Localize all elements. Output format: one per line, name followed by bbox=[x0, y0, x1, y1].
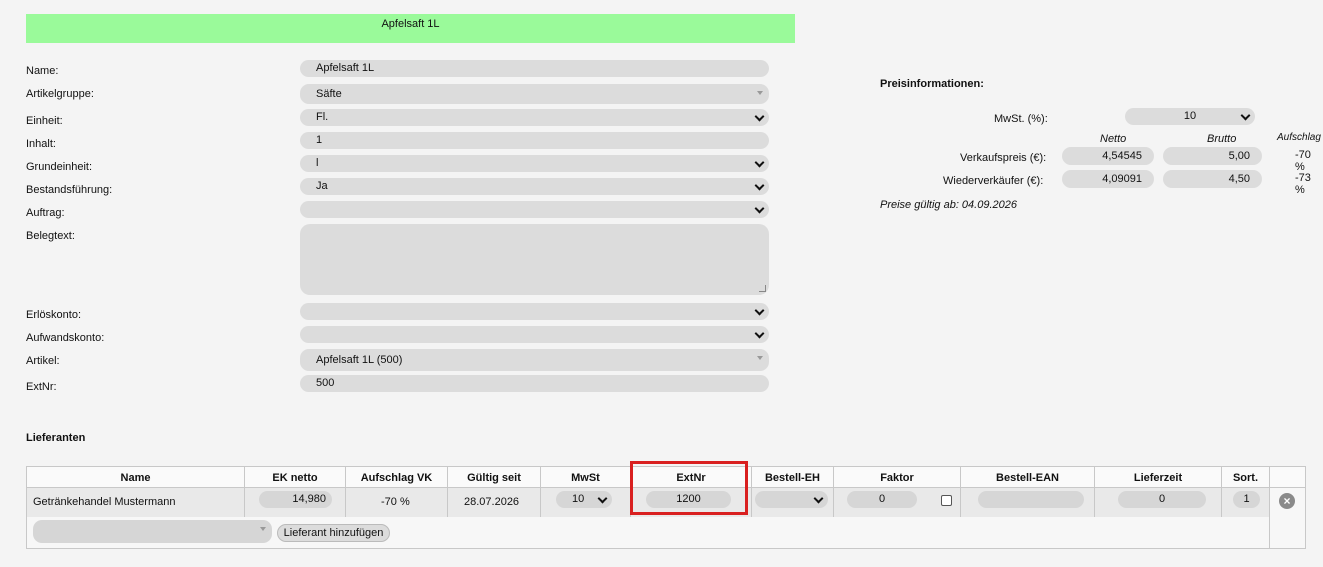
th-aufschlag-vk: Aufschlag VK bbox=[346, 467, 448, 488]
supplier-select[interactable] bbox=[33, 520, 272, 543]
price-info-heading: Preisinformationen: bbox=[880, 78, 984, 90]
wiederverkaeufer-aufschlag: -73 % bbox=[1295, 172, 1311, 196]
th-sort: Sort. bbox=[1222, 467, 1270, 488]
label-belegtext: Belegtext: bbox=[26, 230, 75, 242]
verkaufspreis-aufschlag: -70 % bbox=[1295, 149, 1311, 173]
mwst-label: MwSt. (%): bbox=[994, 113, 1048, 125]
bestell-eh-select[interactable] bbox=[755, 491, 828, 508]
label-einheit: Einheit: bbox=[26, 115, 63, 127]
th-faktor: Faktor bbox=[834, 467, 961, 488]
article-title-banner: Apfelsaft 1L bbox=[26, 14, 795, 43]
erloeskonto-select[interactable] bbox=[300, 303, 769, 320]
label-inhalt: Inhalt: bbox=[26, 138, 56, 150]
verkaufspreis-label: Verkaufspreis (€): bbox=[960, 152, 1047, 164]
einheit-select[interactable]: Fl. bbox=[300, 109, 769, 126]
label-grundeinheit: Grundeinheit: bbox=[26, 161, 93, 173]
wiederverkaeufer-netto-input[interactable]: 4,09091 bbox=[1062, 170, 1154, 188]
label-extnr: ExtNr: bbox=[26, 381, 57, 393]
verkaufspreis-netto-input[interactable]: 4,54545 bbox=[1062, 147, 1154, 165]
th-mwst: MwSt bbox=[541, 467, 631, 488]
th-lieferzeit: Lieferzeit bbox=[1095, 467, 1222, 488]
th-gueltig-seit: Gültig seit bbox=[448, 467, 541, 488]
label-erloeskonto: Erlöskonto: bbox=[26, 309, 82, 321]
label-name: Name: bbox=[26, 65, 59, 77]
grundeinheit-select[interactable]: l bbox=[300, 155, 769, 172]
artikel-select[interactable]: Apfelsaft 1L (500) bbox=[300, 349, 769, 371]
add-supplier-button[interactable]: Lieferant hinzufügen bbox=[277, 524, 390, 542]
mwst-select[interactable]: 10 bbox=[1125, 108, 1255, 125]
ek-netto-input[interactable]: 14,980 bbox=[259, 491, 332, 508]
th-bestell-eh: Bestell-EH bbox=[752, 467, 834, 488]
name-input[interactable]: Apfelsaft 1L bbox=[300, 60, 769, 77]
verkaufspreis-brutto-input[interactable]: 5,00 bbox=[1163, 147, 1262, 165]
bestandsfuehrung-select[interactable]: Ja bbox=[300, 178, 769, 195]
artikelgruppe-select[interactable]: Säfte bbox=[300, 84, 769, 104]
label-artikel: Artikel: bbox=[26, 355, 60, 367]
th-bestell-ean: Bestell-EAN bbox=[961, 467, 1095, 488]
th-name: Name bbox=[27, 467, 245, 488]
price-valid-from: Preise gültig ab: 04.09.2026 bbox=[880, 199, 1017, 211]
sort-input[interactable]: 1 bbox=[1233, 491, 1260, 508]
th-ek-netto: EK netto bbox=[245, 467, 346, 488]
extnr-input[interactable]: 500 bbox=[300, 375, 769, 392]
bestell-ean-input[interactable] bbox=[978, 491, 1084, 508]
label-auftrag: Auftrag: bbox=[26, 207, 65, 219]
col-aufschlag-label: Aufschlag bbox=[1277, 132, 1321, 143]
faktor-checkbox[interactable] bbox=[941, 495, 952, 506]
remove-supplier-icon[interactable]: × bbox=[1279, 493, 1295, 509]
label-aufwandskonto: Aufwandskonto: bbox=[26, 332, 105, 344]
label-bestandsfuehrung: Bestandsführung: bbox=[26, 184, 113, 196]
gueltig-seit-value: 28.07.2026 bbox=[464, 496, 520, 508]
mwst-row-select[interactable]: 10 bbox=[556, 491, 612, 508]
label-artikelgruppe: Artikelgruppe: bbox=[26, 88, 94, 100]
belegtext-textarea[interactable] bbox=[300, 224, 769, 295]
col-netto-label: Netto bbox=[1100, 133, 1127, 145]
wiederverkaeufer-brutto-input[interactable]: 4,50 bbox=[1163, 170, 1262, 188]
lieferzeit-input[interactable]: 0 bbox=[1118, 491, 1206, 508]
auftrag-select[interactable] bbox=[300, 201, 769, 218]
inhalt-input[interactable]: 1 bbox=[300, 132, 769, 149]
th-actions bbox=[1270, 467, 1305, 488]
faktor-input[interactable]: 0 bbox=[847, 491, 917, 508]
col-brutto-label: Brutto bbox=[1207, 133, 1237, 145]
aufschlag-vk-value: -70 % bbox=[381, 496, 410, 508]
supplier-name: Getränkehandel Mustermann bbox=[33, 496, 176, 508]
suppliers-heading: Lieferanten bbox=[26, 432, 86, 444]
wiederverkaeufer-label: Wiederverkäufer (€): bbox=[943, 175, 1044, 187]
aufwandskonto-select[interactable] bbox=[300, 326, 769, 343]
extnr-highlight-box bbox=[630, 461, 748, 515]
